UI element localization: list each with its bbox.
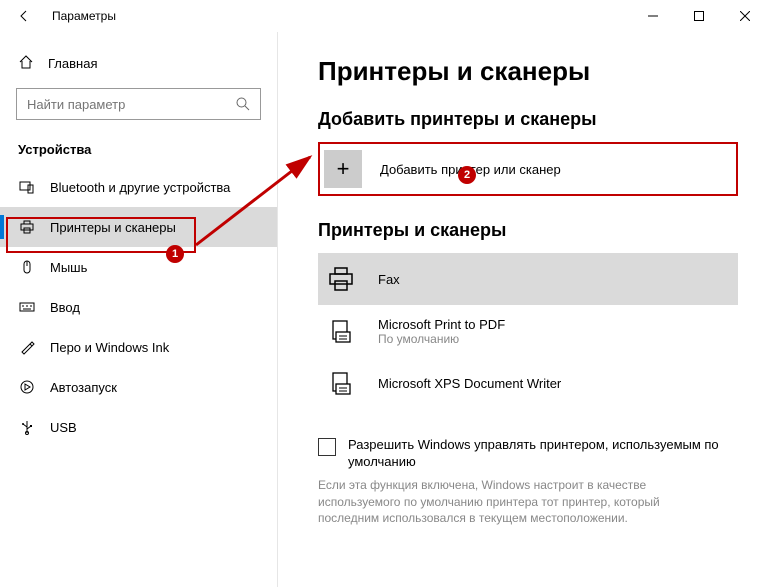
checkbox-description: Если эта функция включена, Windows настр…	[318, 477, 738, 527]
printer-name: Microsoft Print to PDF	[378, 317, 505, 332]
minimize-button[interactable]	[630, 0, 676, 32]
keyboard-icon	[18, 299, 36, 315]
printer-item-xps[interactable]: Microsoft XPS Document Writer	[318, 357, 738, 409]
print-to-file-icon	[322, 370, 360, 396]
sidebar-item-label: Ввод	[50, 300, 80, 315]
printer-name: Fax	[378, 272, 400, 287]
printers-section-title: Принтеры и сканеры	[318, 220, 738, 241]
sidebar-item-label: Bluetooth и другие устройства	[50, 180, 230, 195]
sidebar-item-label: Принтеры и сканеры	[50, 220, 176, 235]
maximize-button[interactable]	[676, 0, 722, 32]
plus-icon: +	[324, 150, 362, 188]
sidebar-item-label: Перо и Windows Ink	[50, 340, 169, 355]
page-title: Принтеры и сканеры	[318, 56, 738, 87]
printer-icon	[18, 219, 36, 235]
devices-icon	[18, 179, 36, 195]
home-link[interactable]: Главная	[0, 44, 277, 82]
sidebar-item-label: Мышь	[50, 260, 87, 275]
sidebar-item-mouse[interactable]: Мышь	[0, 247, 277, 287]
section-title: Устройства	[0, 134, 277, 167]
window-title: Параметры	[52, 9, 116, 23]
home-label: Главная	[48, 56, 97, 71]
back-button[interactable]	[8, 0, 40, 32]
usb-icon	[18, 419, 36, 435]
printer-name: Microsoft XPS Document Writer	[378, 376, 561, 391]
autoplay-icon	[18, 379, 36, 395]
mouse-icon	[18, 259, 36, 275]
search-icon	[235, 96, 251, 112]
printer-item-pdf[interactable]: Microsoft Print to PDF По умолчанию	[318, 305, 738, 357]
print-to-file-icon	[322, 318, 360, 344]
printer-sub: По умолчанию	[378, 332, 505, 346]
sidebar-item-autoplay[interactable]: Автозапуск	[0, 367, 277, 407]
checkbox-label: Разрешить Windows управлять принтером, и…	[348, 437, 738, 471]
sidebar-item-typing[interactable]: Ввод	[0, 287, 277, 327]
sidebar-item-printers[interactable]: Принтеры и сканеры	[0, 207, 277, 247]
annotation-badge-2: 2	[458, 166, 476, 184]
home-icon	[18, 54, 34, 73]
add-printer-button[interactable]: + Добавить принтер или сканер	[318, 142, 738, 196]
printer-icon	[322, 264, 360, 294]
main-content: Принтеры и сканеры Добавить принтеры и с…	[278, 32, 768, 587]
search-input[interactable]	[16, 88, 261, 120]
printer-item-fax[interactable]: Fax	[318, 253, 738, 305]
default-printer-checkbox[interactable]	[318, 438, 336, 456]
add-section-title: Добавить принтеры и сканеры	[318, 109, 738, 130]
sidebar-item-usb[interactable]: USB	[0, 407, 277, 447]
sidebar-item-label: USB	[50, 420, 77, 435]
annotation-badge-1: 1	[166, 245, 184, 263]
sidebar-item-label: Автозапуск	[50, 380, 117, 395]
sidebar: Главная Устройства Bluetooth и другие ус…	[0, 32, 278, 587]
pen-icon	[18, 339, 36, 355]
close-button[interactable]	[722, 0, 768, 32]
sidebar-item-pen[interactable]: Перо и Windows Ink	[0, 327, 277, 367]
sidebar-item-bluetooth[interactable]: Bluetooth и другие устройства	[0, 167, 277, 207]
